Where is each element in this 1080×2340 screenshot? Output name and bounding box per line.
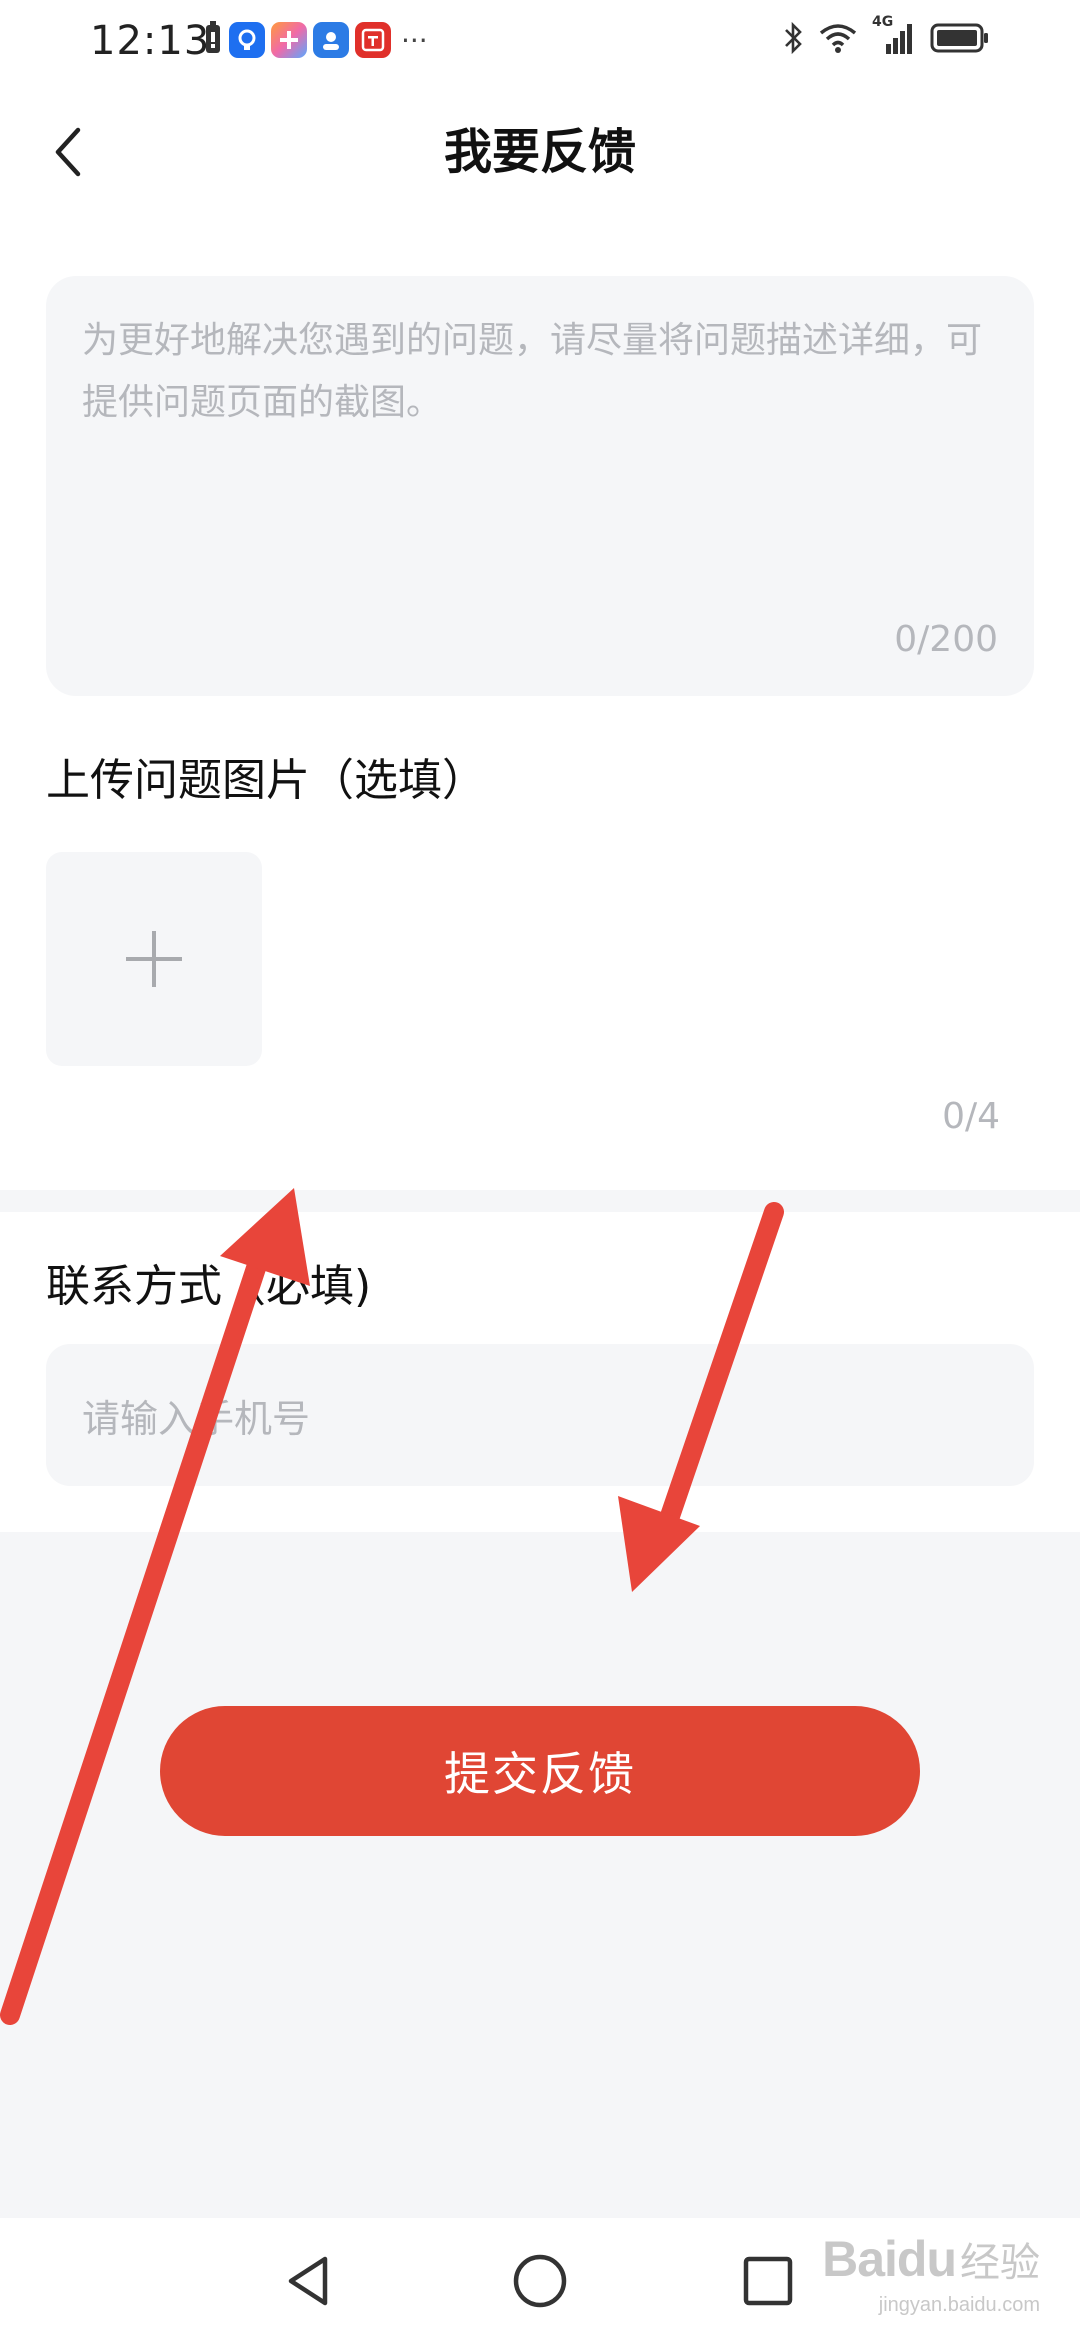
battery-icon — [930, 22, 990, 58]
system-status-icons: 4G — [782, 14, 990, 62]
system-home-button[interactable] — [505, 2246, 575, 2316]
system-back-button[interactable] — [274, 2246, 344, 2316]
taobao-app-icon — [355, 22, 391, 58]
watermark-url: jingyan.baidu.com — [878, 2294, 1040, 2316]
nav-bar: 我要反馈 — [0, 100, 1080, 204]
square-recents-icon — [743, 2256, 793, 2306]
contact-section-label: 联系方式（必填) — [46, 1261, 372, 1312]
submit-feedback-button[interactable]: 提交反馈 — [160, 1706, 920, 1836]
bluetooth-icon — [782, 20, 804, 60]
status-bar: 12:13 ··· 4G — [0, 0, 1080, 80]
feedback-textarea[interactable]: 为更好地解决您遇到的问题，请尽量将问题描述详细，可提供问题页面的截图。 0/20… — [46, 276, 1034, 696]
section-divider — [0, 1190, 1080, 1212]
battery-saver-icon — [203, 21, 223, 59]
phone-placeholder: 请输入手机号 — [82, 1396, 311, 1441]
circle-home-icon — [513, 2254, 567, 2308]
wifi-icon — [818, 21, 858, 59]
image-counter: 0/4 — [942, 1096, 1000, 1137]
upload-section-label: 上传问题图片（选填） — [46, 755, 486, 806]
watermark-text: 经验 — [960, 2240, 1040, 2286]
baidu-logo: Baidu — [822, 2231, 957, 2287]
bottom-area — [0, 1532, 1080, 2218]
baidu-watermark: Baidu 经验 — [822, 2230, 1040, 2288]
bulb-app-icon — [229, 22, 265, 58]
char-counter: 0/200 — [894, 619, 998, 660]
feedback-page: 12:13 ··· 4G 我要反馈 为更好地解决您遇到的问题，请尽量将问题描述详… — [0, 0, 1080, 2340]
plus-icon — [126, 931, 182, 987]
profile-app-icon — [313, 22, 349, 58]
cellular-signal-icon: 4G — [872, 14, 916, 60]
add-image-button[interactable] — [46, 852, 262, 1066]
plus-app-icon — [271, 22, 307, 58]
phone-input[interactable]: 请输入手机号 — [46, 1344, 1034, 1486]
status-time: 12:13 — [90, 18, 211, 64]
page-title: 我要反馈 — [443, 124, 636, 180]
network-type-label: 4G — [872, 14, 894, 30]
triangle-back-icon — [288, 2256, 328, 2306]
system-recents-button[interactable] — [733, 2246, 803, 2316]
feedback-placeholder: 为更好地解决您遇到的问题，请尽量将问题描述详细，可提供问题页面的截图。 — [82, 320, 983, 423]
notification-icons: ··· — [203, 20, 428, 60]
more-notifications-icon: ··· — [401, 23, 428, 57]
